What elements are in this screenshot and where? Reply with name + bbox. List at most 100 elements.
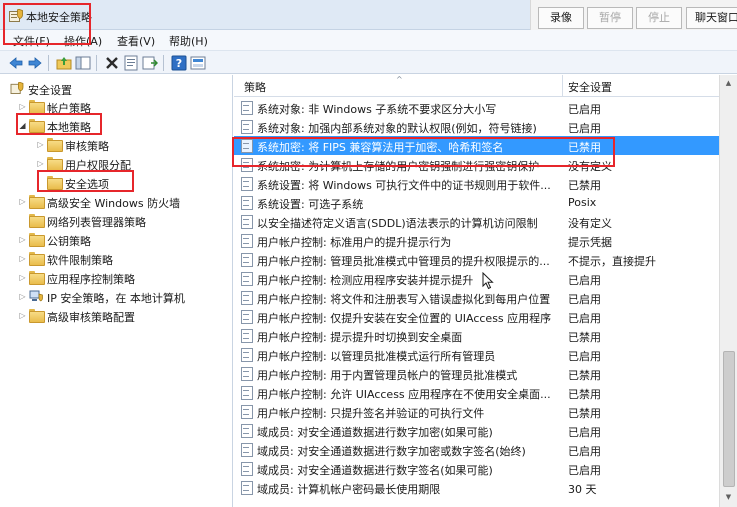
security-setting-value: 已禁用 bbox=[568, 369, 601, 382]
table-row[interactable]: 用户帐户控制: 用于内置管理员帐户的管理员批准模式 已禁用 bbox=[234, 364, 719, 383]
scroll-down-icon[interactable]: ▼ bbox=[722, 491, 735, 504]
tree-item-label: 高级审核策略配置 bbox=[47, 311, 135, 324]
expand-arrow-icon[interactable]: ▷ bbox=[18, 292, 27, 301]
security-settings-icon bbox=[10, 82, 24, 94]
table-row[interactable]: 域成员: 对安全通道数据进行数字签名(如果可能) 已启用 bbox=[234, 459, 719, 478]
security-setting-value: 不提示，直接提升 bbox=[568, 255, 656, 268]
folder-icon bbox=[29, 100, 45, 114]
tree-expander bbox=[36, 178, 45, 187]
table-row[interactable]: 系统加密: 为计算机上存储的用户密钥强制进行强密钥保护 没有定义 bbox=[234, 155, 719, 174]
table-row[interactable]: 系统设置: 可选子系统 Posix bbox=[234, 193, 719, 212]
expand-arrow-icon[interactable]: ▷ bbox=[36, 140, 45, 149]
up-folder-icon[interactable] bbox=[56, 55, 72, 71]
tree-item-label: 高级安全 Windows 防火墙 bbox=[47, 197, 181, 210]
export-list-icon[interactable] bbox=[142, 55, 158, 71]
policy-name: 以安全描述符定义语言(SDDL)语法表示的计算机访问限制 bbox=[257, 217, 538, 230]
expand-arrow-icon[interactable]: ▷ bbox=[18, 273, 27, 282]
policy-name: 域成员: 计算机帐户密码最长使用期限 bbox=[257, 483, 441, 496]
folder-icon bbox=[29, 195, 45, 209]
table-row[interactable]: 用户帐户控制: 只提升签名并验证的可执行文件 已禁用 bbox=[234, 402, 719, 421]
security-setting-value: 已禁用 bbox=[568, 179, 601, 192]
menu-help[interactable]: 帮助(H) bbox=[169, 33, 208, 49]
policy-name: 域成员: 对安全通道数据进行数字签名(如果可能) bbox=[257, 464, 493, 477]
vertical-scrollbar[interactable]: ▲ ▼ bbox=[719, 75, 737, 507]
folder-icon bbox=[29, 309, 45, 323]
security-setting-value: 已启用 bbox=[568, 426, 601, 439]
scroll-up-icon[interactable]: ▲ bbox=[722, 77, 735, 90]
security-setting-value: 已禁用 bbox=[568, 141, 601, 154]
security-setting-value: 没有定义 bbox=[568, 160, 612, 173]
policy-icon bbox=[240, 386, 253, 400]
menu-file[interactable]: 文件(F) bbox=[13, 33, 50, 49]
table-row[interactable]: 用户帐户控制: 检测应用程序安装并提示提升 已启用 bbox=[234, 269, 719, 288]
menu-view[interactable]: 查看(V) bbox=[117, 33, 155, 49]
policy-list: 策略 ^ 安全设置 系统对象: 非 Windows 子系统不要求区分大小写 已启用… bbox=[234, 75, 737, 507]
pause-button[interactable]: 暂停 bbox=[587, 7, 633, 29]
table-row[interactable]: 用户帐户控制: 以管理员批准模式运行所有管理员 已启用 bbox=[234, 345, 719, 364]
tree-item-label: 本地策略 bbox=[47, 121, 91, 134]
table-row[interactable]: 域成员: 计算机帐户密码最长使用期限 30 天 bbox=[234, 478, 719, 497]
policy-icon bbox=[240, 348, 253, 362]
tree-item-label: 用户权限分配 bbox=[65, 159, 131, 172]
table-row[interactable]: 用户帐户控制: 提示提升时切换到安全桌面 已禁用 bbox=[234, 326, 719, 345]
table-row[interactable]: 系统对象: 加强内部系统对象的默认权限(例如，符号链接) 已启用 bbox=[234, 117, 719, 136]
menu-bar: 文件(F) 操作(A) 查看(V) 帮助(H) bbox=[0, 30, 737, 50]
window-title: 本地安全策略 bbox=[26, 11, 92, 24]
table-row[interactable]: 用户帐户控制: 允许 UIAccess 应用程序在不使用安全桌面... 已禁用 bbox=[234, 383, 719, 402]
scroll-thumb[interactable] bbox=[723, 351, 735, 487]
security-setting-value: 已启用 bbox=[568, 274, 601, 287]
tree-item-label: 应用程序控制策略 bbox=[47, 273, 135, 286]
policy-name: 用户帐户控制: 管理员批准模式中管理员的提升权限提示的... bbox=[257, 255, 550, 268]
menu-action[interactable]: 操作(A) bbox=[64, 33, 102, 49]
expand-arrow-icon[interactable]: ▷ bbox=[18, 254, 27, 263]
policy-icon bbox=[240, 139, 253, 153]
back-arrow-icon[interactable] bbox=[8, 55, 24, 71]
tree-item-label: 帐户策略 bbox=[47, 102, 91, 115]
column-header-policy[interactable]: 策略 bbox=[244, 79, 266, 95]
column-header-setting[interactable]: 安全设置 bbox=[568, 79, 612, 95]
chat-window-button[interactable]: 聊天窗口 bbox=[686, 7, 737, 29]
expand-arrow-icon[interactable]: ▷ bbox=[36, 159, 45, 168]
delete-icon[interactable] bbox=[104, 55, 120, 71]
policy-icon bbox=[240, 101, 253, 115]
table-row[interactable]: 用户帐户控制: 标准用户的提升提示行为 提示凭据 bbox=[234, 231, 719, 250]
column-divider[interactable] bbox=[562, 75, 563, 97]
expand-arrow-icon[interactable]: ▷ bbox=[18, 235, 27, 244]
recorder-panel: 录像 暂停 停止 聊天窗口 bbox=[530, 0, 737, 34]
table-row[interactable]: 用户帐户控制: 仅提升安装在安全位置的 UIAccess 应用程序 已启用 bbox=[234, 307, 719, 326]
help-icon[interactable]: ? bbox=[171, 55, 187, 71]
mouse-cursor-icon bbox=[482, 272, 494, 290]
security-setting-value: 已启用 bbox=[568, 103, 601, 116]
policy-name: 用户帐户控制: 仅提升安装在安全位置的 UIAccess 应用程序 bbox=[257, 312, 552, 325]
table-row[interactable]: 系统对象: 非 Windows 子系统不要求区分大小写 已启用 bbox=[234, 98, 719, 117]
table-row[interactable]: 域成员: 对安全通道数据进行数字加密或数字签名(始终) 已启用 bbox=[234, 440, 719, 459]
table-row[interactable]: 用户帐户控制: 将文件和注册表写入错误虚拟化到每用户位置 已启用 bbox=[234, 288, 719, 307]
table-row[interactable]: 域成员: 对安全通道数据进行数字加密(如果可能) 已启用 bbox=[234, 421, 719, 440]
table-row[interactable]: 系统加密: 将 FIPS 兼容算法用于加密、哈希和签名 已禁用 bbox=[234, 136, 719, 155]
policy-icon bbox=[240, 443, 253, 457]
table-row[interactable]: 以安全描述符定义语言(SDDL)语法表示的计算机访问限制 没有定义 bbox=[234, 212, 719, 231]
expand-arrow-icon[interactable]: ▷ bbox=[18, 102, 27, 111]
policy-icon bbox=[240, 367, 253, 381]
security-setting-value: 已启用 bbox=[568, 464, 601, 477]
policy-icon bbox=[240, 158, 253, 172]
policy-name: 系统加密: 为计算机上存储的用户密钥强制进行强密钥保护 bbox=[257, 160, 540, 173]
toolbar: ? bbox=[0, 50, 737, 74]
table-row[interactable]: 用户帐户控制: 管理员批准模式中管理员的提升权限提示的... 不提示，直接提升 bbox=[234, 250, 719, 269]
policy-icon bbox=[240, 215, 253, 229]
table-row[interactable]: 系统设置: 将 Windows 可执行文件中的证书规则用于软件... 已禁用 bbox=[234, 174, 719, 193]
expand-arrow-icon[interactable]: ▷ bbox=[18, 311, 27, 320]
forward-arrow-icon[interactable] bbox=[27, 55, 43, 71]
properties-icon[interactable] bbox=[123, 55, 139, 71]
record-button[interactable]: 录像 bbox=[538, 7, 584, 29]
policy-icon bbox=[240, 310, 253, 324]
stop-button[interactable]: 停止 bbox=[636, 7, 682, 29]
policy-icon bbox=[240, 253, 253, 267]
collapse-arrow-icon[interactable]: ◢ bbox=[18, 121, 27, 130]
expand-arrow-icon[interactable]: ▷ bbox=[18, 197, 27, 206]
policy-icon bbox=[240, 291, 253, 305]
view-icon[interactable] bbox=[190, 55, 206, 71]
show-tree-icon[interactable] bbox=[75, 55, 91, 71]
policy-icon bbox=[240, 405, 253, 419]
tree-item-label: 安全选项 bbox=[65, 178, 109, 191]
